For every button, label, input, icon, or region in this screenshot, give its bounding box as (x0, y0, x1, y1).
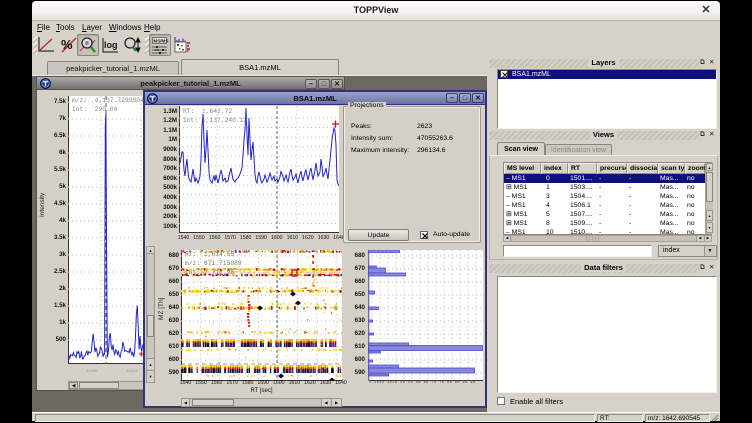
svg-text:%: % (61, 37, 73, 52)
svg-text:log: log (104, 40, 118, 50)
svg-text:MS/MS: MS/MS (153, 39, 168, 44)
